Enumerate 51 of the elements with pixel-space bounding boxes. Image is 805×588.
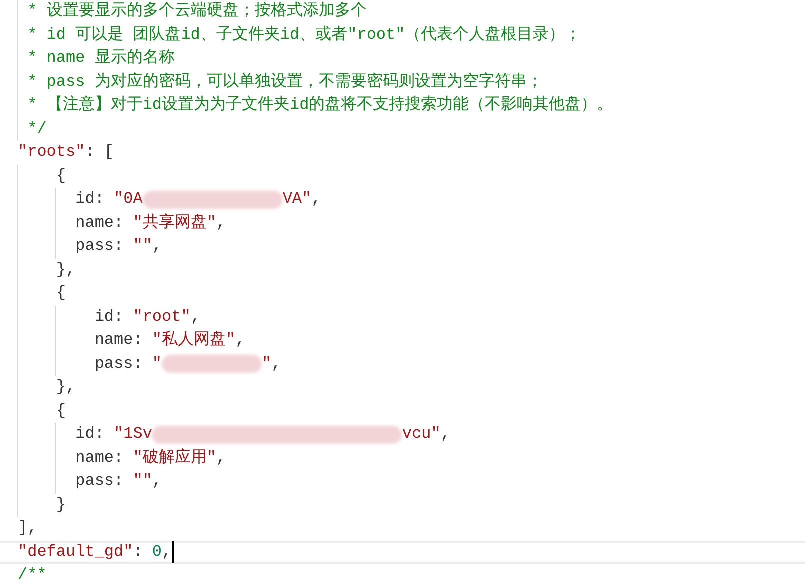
- code-text: },: [56, 260, 76, 280]
- code-text: ,: [312, 189, 322, 210]
- string-literal: "": [133, 471, 152, 492]
- string-literal: "0A: [114, 189, 143, 210]
- string-literal: ": [262, 354, 272, 374]
- code-comment: /**: [18, 565, 47, 586]
- code-text: pass:: [76, 471, 125, 492]
- code-text: id:: [76, 424, 106, 445]
- string-literal: "": [133, 236, 152, 257]
- code-text: {: [56, 400, 66, 422]
- code-text: },: [56, 377, 76, 398]
- string-literal: "default_gd": [18, 542, 134, 562]
- code-text: name:: [76, 212, 125, 234]
- string-literal: "roots": [18, 142, 86, 163]
- code-text: : [: [85, 142, 114, 163]
- string-literal: ": [152, 354, 162, 374]
- code-text: }: [56, 494, 66, 516]
- string-literal: vcu": [402, 424, 441, 445]
- text-cursor: [172, 541, 174, 564]
- number-literal: 0: [152, 542, 162, 562]
- code-comment: * id 可以是 团队盘id、子文件夹id、或者"root"（代表个人盘根目录）；: [28, 24, 582, 46]
- code-text: id:: [94, 306, 125, 328]
- code-text: ,: [190, 306, 200, 328]
- code-text: id:: [76, 189, 106, 210]
- code-text: name:: [94, 330, 144, 351]
- code-text: ,: [272, 354, 282, 374]
- code-text: ],: [18, 518, 38, 539]
- code-text: :: [133, 542, 144, 562]
- code-text: pass:: [94, 354, 144, 374]
- code-text: ,: [216, 448, 226, 468]
- string-literal: "共享网盘": [133, 212, 216, 234]
- code-comment: * name 显示的名称: [28, 48, 175, 69]
- code-comment: */: [28, 118, 47, 140]
- code-text: name:: [76, 448, 125, 468]
- code-text: {: [56, 283, 66, 304]
- code-comment: * 【注意】对于id设置为为子文件夹id的盘将不支持搜索功能（不影响其他盘）。: [28, 94, 614, 116]
- code-comment: * 设置要显示的多个云端硬盘；按格式添加多个: [28, 0, 367, 22]
- code-text: ,: [236, 330, 246, 351]
- string-literal: "破解应用": [133, 448, 216, 468]
- code-text: ,: [216, 212, 226, 234]
- code-comment: * pass 为对应的密码，可以单独设置，不需要密码则设置为空字符串；: [28, 72, 543, 92]
- string-literal: "私人网盘": [152, 330, 236, 351]
- string-literal: "root": [133, 306, 191, 328]
- code-text: ,: [440, 424, 450, 445]
- code-text: ,: [152, 471, 162, 492]
- code-text: pass:: [76, 236, 125, 257]
- string-literal: "1Sv: [114, 424, 152, 445]
- code-text: ,: [152, 236, 162, 257]
- string-literal: VA": [282, 189, 312, 210]
- code-text: {: [56, 166, 66, 186]
- code-text: ,: [162, 542, 172, 562]
